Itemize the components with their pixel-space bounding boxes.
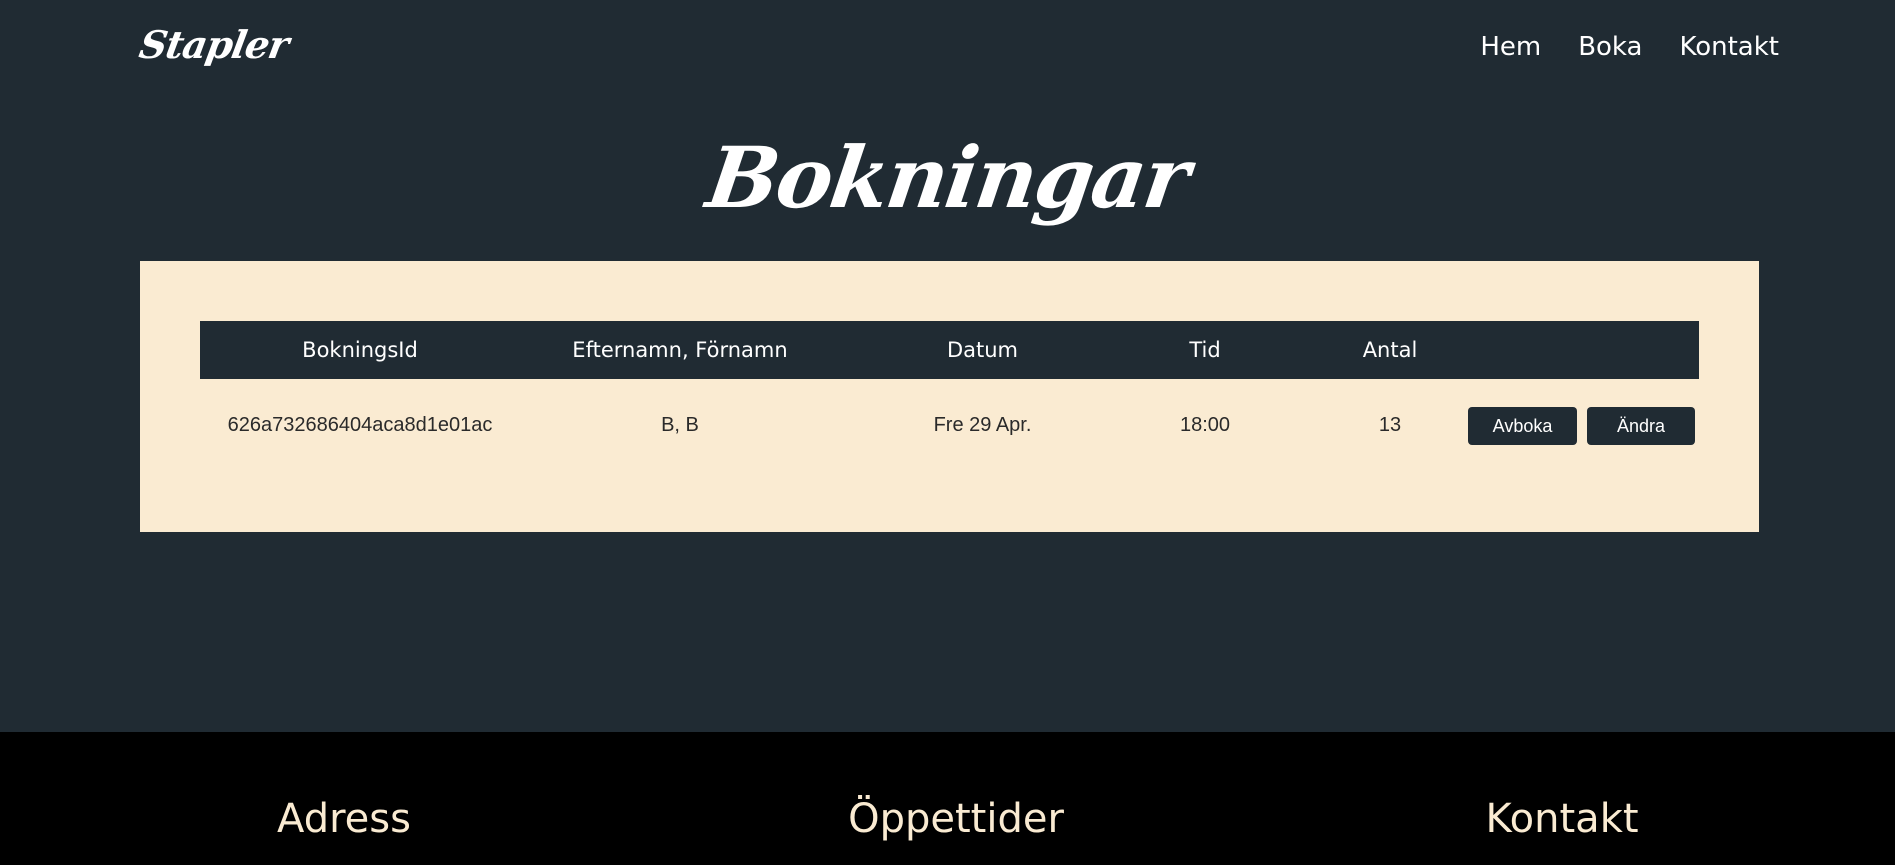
column-header-name: Efternamn, Förnamn [572,338,788,362]
nav-link-boka[interactable]: Boka [1578,32,1642,62]
column-header-id: BokningsId [302,338,418,362]
table-header: BokningsId Efternamn, Förnamn Datum Tid … [200,321,1699,379]
cancel-booking-button[interactable]: Avboka [1468,407,1577,445]
bookings-table: BokningsId Efternamn, Förnamn Datum Tid … [200,321,1699,471]
column-header-count: Antal [1362,338,1418,362]
logo[interactable]: Stapler [136,22,292,67]
table-row: 626a732686404aca8d1e01ac B, B Fre 29 Apr… [200,379,1699,471]
booking-name-cell: B, B [661,414,699,436]
edit-booking-button[interactable]: Ändra [1587,407,1695,445]
booking-id-cell: 626a732686404aca8d1e01ac [227,414,493,436]
booking-count-cell: 13 [1378,414,1402,436]
column-header-time: Tid [1189,338,1221,362]
column-header-date: Datum [946,338,1019,362]
booking-date-cell: Fre 29 Apr. [933,414,1032,436]
booking-time-cell: 18:00 [1179,414,1231,436]
site-header: Stapler Hem Boka Kontakt [0,0,1895,100]
page: Stapler Hem Boka Kontakt Bokningar Bokni… [0,0,1895,865]
footer-heading-address: Adress [277,796,411,842]
site-footer: Adress Öppettider Kontakt [0,732,1895,865]
bookings-card: BokningsId Efternamn, Förnamn Datum Tid … [140,261,1759,532]
nav-link-kontakt[interactable]: Kontakt [1679,32,1779,62]
main-nav: Hem Boka Kontakt [1480,32,1779,62]
footer-heading-opening-hours: Öppettider [848,796,1064,842]
footer-heading-contact: Kontakt [1485,796,1639,842]
page-title: Bokningar [701,128,1194,227]
nav-link-hem[interactable]: Hem [1480,32,1541,62]
